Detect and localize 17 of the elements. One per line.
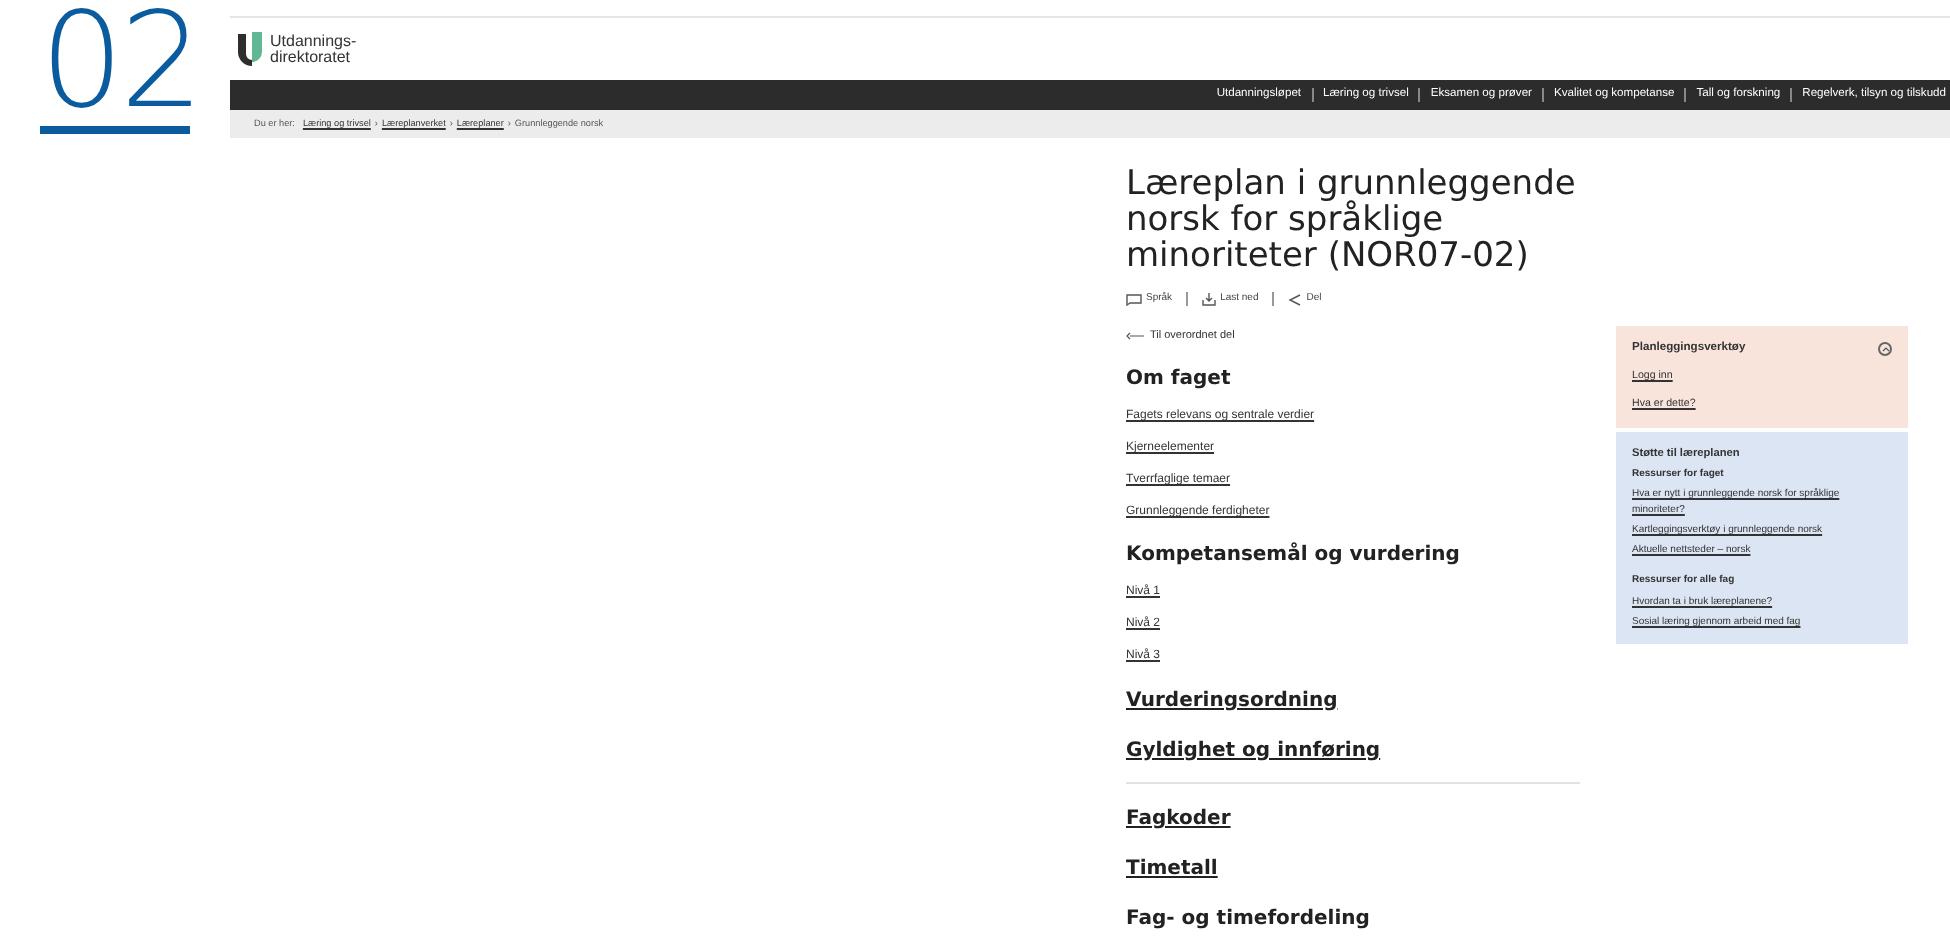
speech-bubble-icon bbox=[1126, 293, 1142, 306]
share-icon bbox=[1288, 293, 1303, 306]
logo-text: direktoratet bbox=[270, 49, 351, 65]
page-title: Læreplan i grunnleggende norsk for språklige minoriteter (NOR07-02) bbox=[1126, 166, 1576, 274]
section-link-heading[interactable]: Vurderingsordning bbox=[1126, 689, 1338, 714]
logo-text: Utdannings- bbox=[270, 33, 357, 49]
section-link-heading[interactable]: Fagkoder bbox=[1126, 807, 1231, 832]
back-arrow-icon bbox=[1126, 331, 1144, 340]
section-heading: Kompetansemål og vurdering bbox=[1126, 543, 1462, 568]
section-link-heading[interactable]: Gyldighet og innføring bbox=[1126, 739, 1381, 764]
collapse-toggle[interactable] bbox=[1878, 341, 1892, 356]
download-icon bbox=[1202, 292, 1217, 307]
logo-icon[interactable] bbox=[238, 32, 262, 66]
section-heading: Fag- og timefordeling bbox=[1126, 907, 1370, 932]
section-heading: Om faget bbox=[1126, 367, 1233, 392]
section-link-heading[interactable]: Timetall bbox=[1126, 857, 1218, 882]
section-number: 02 bbox=[40, 0, 200, 124]
